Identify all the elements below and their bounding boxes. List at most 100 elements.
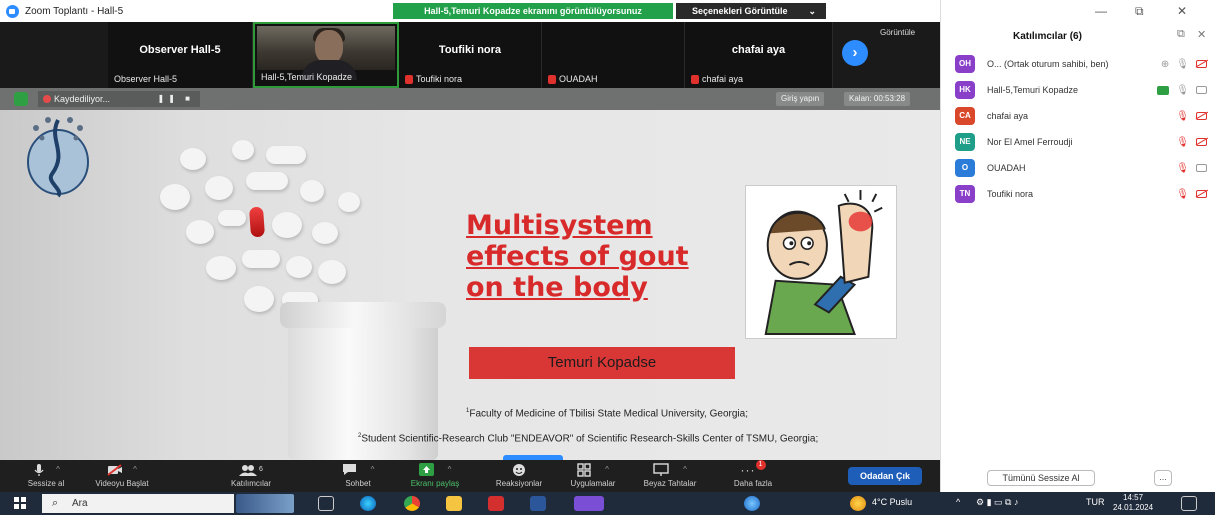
chevron-up-icon[interactable]: ^: [448, 465, 452, 474]
word-icon[interactable]: [530, 496, 546, 511]
video-tile-toufiki[interactable]: Toufiki nora Toufiki nora: [399, 22, 542, 88]
participant-row[interactable]: OH O... (Ortak oturum sahibi, ben) ⊕ 🎙: [955, 54, 1207, 74]
microphone-icon[interactable]: 🎙: [1176, 85, 1189, 96]
affiliation-text: Faculty of Medicine of Tbilisi State Med…: [469, 408, 748, 420]
participant-row[interactable]: HK Hall-5,Temuri Kopadze 🎙: [955, 80, 1207, 100]
weather-text[interactable]: 4°C Puslu: [872, 497, 912, 507]
participant-status-icons: 🎙: [1155, 111, 1207, 122]
participant-count: 6: [259, 466, 263, 473]
pill: [232, 140, 254, 160]
reactions-button[interactable]: Reaksiyonlar: [492, 462, 546, 488]
video-icon[interactable]: [1196, 164, 1207, 172]
chevron-up-icon[interactable]: ^: [371, 465, 375, 474]
participant-row[interactable]: NE Nor El Amel Ferroudji 🎙: [955, 132, 1207, 152]
signin-button[interactable]: Giriş yapın: [776, 92, 825, 106]
participant-row[interactable]: TN Toufiki nora 🎙: [955, 184, 1207, 204]
mic-muted-icon[interactable]: 🎙: [1176, 163, 1189, 174]
participant-strip: Observer Hall-5 Observer Hall-5 Hall-5,T…: [0, 22, 940, 88]
participant-name: O... (Ortak oturum sahibi, ben): [987, 59, 1109, 69]
video-off-icon[interactable]: [1196, 60, 1207, 68]
participants-button[interactable]: 6 Katılımcılar: [228, 462, 274, 488]
chevron-up-icon[interactable]: ^: [605, 465, 609, 474]
security-shield-icon[interactable]: [14, 92, 28, 106]
toolbar-label: Beyaz Tahtalar: [643, 479, 697, 488]
chrome-browser-icon[interactable]: [404, 496, 420, 511]
pill: [246, 172, 288, 190]
video-tile-observer[interactable]: Observer Hall-5 Observer Hall-5: [108, 22, 253, 88]
toolbar-label: Videoyu Başlat: [95, 479, 149, 488]
minimize-icon[interactable]: —: [1095, 4, 1107, 18]
tray-icons[interactable]: ⚙ ▮ ▭ ⧉ ♪: [976, 497, 1018, 508]
video-off-icon[interactable]: [1196, 138, 1207, 146]
mic-muted-icon[interactable]: 🎙: [1176, 111, 1189, 122]
task-view-icon[interactable]: [318, 496, 334, 511]
participant-row[interactable]: O OUADAH 🎙: [955, 158, 1207, 178]
mic-muted-icon: [691, 74, 699, 84]
video-tile-ouadah[interactable]: OUADAH: [542, 22, 685, 88]
toolbar-label: Ekranı paylaş: [410, 479, 460, 488]
zoom-app-icon[interactable]: [574, 496, 604, 511]
video-tile-chafai[interactable]: chafai aya chafai aya: [685, 22, 833, 88]
pdf-reader-icon[interactable]: [488, 496, 504, 511]
bottle-neck: [280, 302, 446, 328]
restore-icon[interactable]: ⧉: [1135, 4, 1144, 19]
search-icon: ⌕: [52, 497, 59, 509]
chevron-up-icon[interactable]: ^: [683, 465, 687, 474]
remaining-time-button[interactable]: Kalan: 00:53:28: [844, 92, 911, 106]
video-tile-active-speaker[interactable]: Hall-5,Temuri Kopadze: [253, 22, 399, 88]
taskbar-search-input[interactable]: ⌕ Ara: [42, 494, 234, 513]
affiliation-2: 2Student Scientific-Research Club "ENDEA…: [358, 433, 818, 444]
search-placeholder: Ara: [72, 498, 88, 509]
mic-muted-icon[interactable]: 🎙: [1176, 137, 1189, 148]
gallery-view-label[interactable]: Görüntüle: [880, 28, 915, 37]
system-clock[interactable]: 14:57 24.01.2024: [1113, 493, 1153, 513]
avatar: NE: [955, 133, 975, 151]
screen-share-banner: Hall-5,Temuri Kopadze ekranını görüntülü…: [393, 3, 673, 19]
video-icon[interactable]: [1196, 86, 1207, 94]
more-options-button[interactable]: ...: [1154, 470, 1172, 486]
tile-name-large: chafai aya: [731, 44, 786, 56]
apps-button[interactable]: ^ Uygulamalar: [566, 462, 620, 488]
video-off-icon[interactable]: [1196, 112, 1207, 120]
mic-muted-icon[interactable]: 🎙: [1176, 189, 1189, 200]
leave-room-button[interactable]: Odadan Çık: [848, 467, 922, 485]
chevron-up-icon[interactable]: ^: [56, 465, 60, 474]
pill: [286, 256, 312, 278]
start-video-button[interactable]: ^ Videoyu Başlat: [90, 462, 154, 488]
popout-icon[interactable]: ⧉: [1177, 28, 1185, 41]
more-button[interactable]: ··· 1 Daha fazla: [730, 459, 776, 488]
view-options-button[interactable]: Seçenekleri Görüntüle ⌄: [676, 3, 826, 19]
notification-center-icon[interactable]: [1181, 496, 1197, 511]
pill: [272, 212, 302, 238]
globe-app-icon[interactable]: [744, 496, 760, 511]
language-indicator[interactable]: TUR: [1086, 497, 1105, 507]
edge-browser-icon[interactable]: [360, 496, 376, 511]
participant-name: Hall-5,Temuri Kopadze: [987, 85, 1079, 95]
toolbar-label: Reaksiyonlar: [495, 479, 543, 488]
mute-button[interactable]: ^ Sessize al: [22, 462, 70, 488]
chat-button[interactable]: ^ Sohbet: [338, 462, 378, 488]
camera-figure-head: [315, 30, 343, 64]
slide-title-line: on the body: [466, 272, 648, 303]
file-explorer-icon[interactable]: [446, 496, 462, 511]
close-icon[interactable]: ✕: [1177, 4, 1187, 18]
tray-chevron-icon[interactable]: ^: [956, 497, 960, 507]
slide-title-line: Multisystem: [466, 210, 653, 241]
more-circle-icon[interactable]: ⊕: [1161, 59, 1169, 70]
tile-name-label: chafai aya: [691, 74, 743, 84]
video-off-icon[interactable]: [1196, 190, 1207, 198]
windows-start-icon[interactable]: [14, 497, 26, 509]
clock-time: 14:57: [1123, 493, 1144, 502]
close-panel-icon[interactable]: ✕: [1197, 28, 1206, 41]
share-screen-button[interactable]: ^ Ekranı paylaş: [410, 462, 460, 488]
tile-name-label: OUADAH: [548, 74, 598, 84]
avatar: HK: [955, 81, 975, 99]
mute-all-button[interactable]: Tümünü Sessize Al: [987, 470, 1095, 486]
tile-name-text: OUADAH: [559, 74, 598, 84]
chevron-up-icon[interactable]: ^: [133, 465, 137, 474]
participant-row[interactable]: CA chafai aya 🎙: [955, 106, 1207, 126]
next-page-arrow-icon[interactable]: ›: [842, 40, 868, 66]
recording-controls[interactable]: ❚❚ ■: [158, 91, 194, 107]
whiteboards-button[interactable]: ^ Beyaz Tahtalar: [640, 462, 700, 488]
microphone-icon[interactable]: 🎙: [1176, 59, 1189, 70]
